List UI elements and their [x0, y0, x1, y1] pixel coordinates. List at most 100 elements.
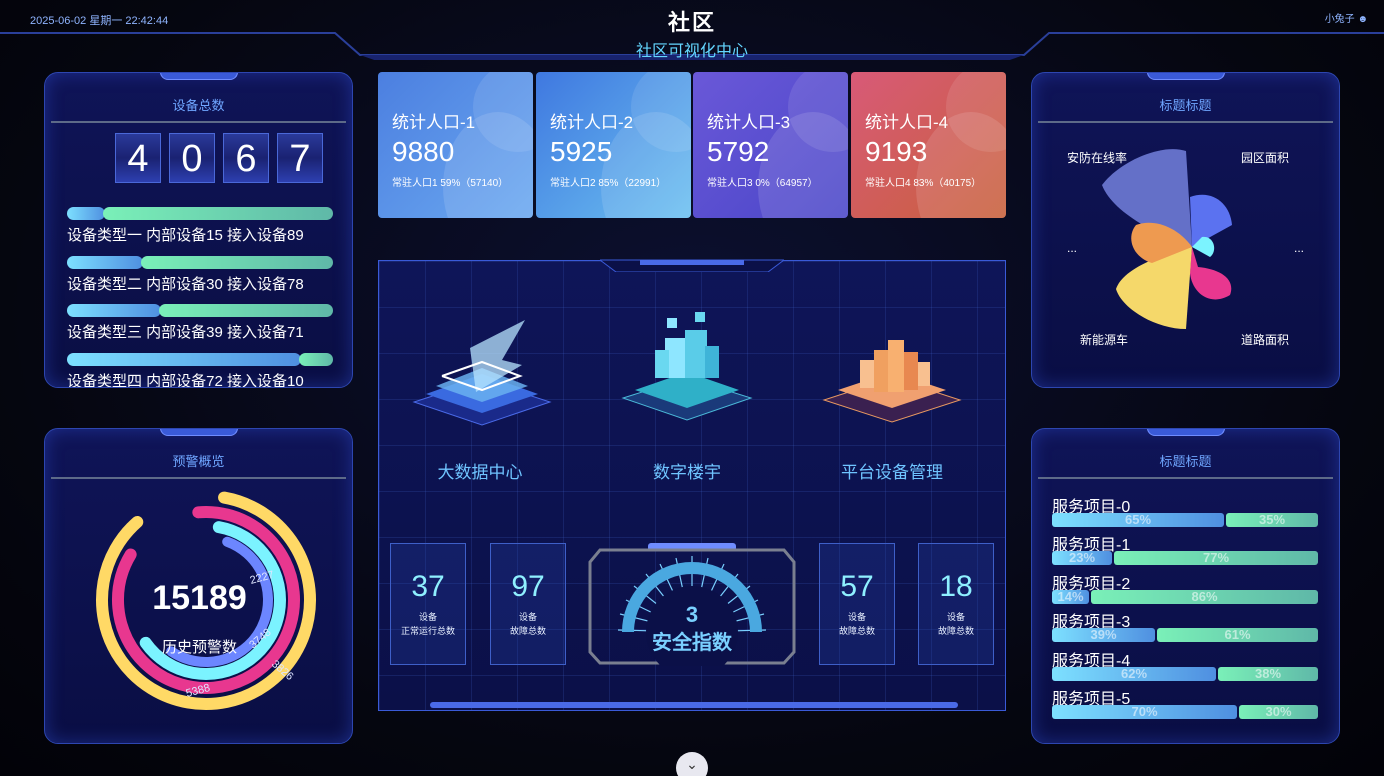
access-bar: [103, 207, 333, 220]
safety-index-value: 3: [686, 602, 698, 627]
stat-sub: 常驻人口3 0%（64957）: [707, 178, 818, 189]
internal-bar: [67, 304, 161, 317]
service-bar-b: 77%: [1114, 551, 1318, 565]
feature-label-platform-device[interactable]: 平台设备管理: [812, 458, 972, 483]
internal-bar: [67, 353, 301, 366]
stat-title: 统计人口-1: [392, 113, 476, 132]
panel-title: 标题标题: [1159, 454, 1212, 469]
service-bar-b: 86%: [1091, 590, 1318, 604]
center-top-notch: [600, 259, 784, 272]
service-item: 服务项目-1 23% 77%: [1052, 531, 1318, 569]
device-stat-label: 设备 故障总数: [838, 612, 875, 636]
feature-label-big-data[interactable]: 大数据中心: [400, 458, 560, 483]
services-panel: 标题标题 服务项目-0 65% 35% 服务项目-1 23% 77% 服务项目-…: [1031, 428, 1340, 744]
service-bar-b: 38%: [1218, 667, 1318, 681]
device-total-panel: 设备总数 4 0 6 7 设备类型一 内部设备15 接入设备89 设备类型二 内…: [44, 72, 353, 388]
stat-card[interactable]: 统计人口-1 9880 常驻人口1 59%（57140）: [378, 72, 533, 218]
rose-slice: [1190, 194, 1232, 247]
panel-tab: [1146, 429, 1225, 436]
panel-divider: [51, 477, 346, 479]
device-type-label: 设备类型三 内部设备39 接入设备71: [67, 324, 304, 341]
service-item: 服务项目-3 39% 61%: [1052, 608, 1318, 646]
panel-divider: [51, 121, 346, 123]
page-title: 社区: [667, 10, 716, 35]
service-bar: 14% 86%: [1052, 590, 1318, 604]
rose-label: 道路面积: [1241, 333, 1290, 347]
service-bar-b: 61%: [1157, 628, 1318, 642]
digit: 7: [277, 133, 323, 183]
service-bar-b: 30%: [1239, 705, 1318, 719]
stat-card[interactable]: 统计人口-4 9193 常驻人口4 83%（40175）: [851, 72, 1006, 218]
digit: 0: [169, 133, 215, 183]
device-stat-label: 设备 故障总数: [937, 612, 974, 636]
stat-title: 统计人口-2: [550, 113, 634, 132]
panel-title: 标题标题: [1159, 98, 1212, 113]
big-data-icon[interactable]: [410, 310, 555, 435]
safety-index-label: 安全指数: [652, 630, 733, 654]
rose-label: 园区面积: [1241, 151, 1290, 165]
digit: 6: [223, 133, 269, 183]
warning-total: 15189: [152, 579, 247, 617]
page-subtitle: 社区可视化中心: [635, 43, 748, 60]
access-bar: [299, 353, 333, 366]
service-bar: 39% 61%: [1052, 628, 1318, 642]
device-stat-label: 设备 故障总数: [509, 612, 546, 636]
service-bar-b: 35%: [1226, 513, 1318, 527]
device-stat-value: 37: [411, 570, 445, 603]
warning-total-label: 历史预警数: [161, 639, 237, 656]
service-bar: 70% 30%: [1052, 705, 1318, 719]
feature-label-digital-building[interactable]: 数字楼宇: [607, 458, 767, 483]
panel-tab: [1146, 73, 1225, 80]
rose-label: 新能源车: [1080, 333, 1129, 347]
service-item: 服务项目-4 62% 38%: [1052, 647, 1318, 685]
platform-device-icon[interactable]: [820, 310, 965, 435]
stat-value: 5792: [707, 136, 770, 167]
chevron-down-icon[interactable]: ⌄: [676, 752, 708, 776]
rose-label: ...: [1294, 241, 1305, 255]
panel-tab: [159, 73, 238, 80]
service-bar: 23% 77%: [1052, 551, 1318, 565]
service-bar: 62% 38%: [1052, 667, 1318, 681]
digit: 4: [115, 133, 161, 183]
device-type-label: 设备类型四 内部设备72 接入设备10: [67, 373, 304, 388]
device-stat-card: 37 设备 正常运行总数: [390, 543, 466, 665]
device-type-row: 设备类型四 内部设备72 接入设备10: [67, 353, 333, 388]
device-stat-value: 97: [511, 570, 545, 603]
panel-tab: [159, 429, 238, 436]
access-bar: [141, 256, 333, 269]
device-type-row: 设备类型三 内部设备39 接入设备71: [67, 304, 333, 346]
panel-divider: [1038, 121, 1333, 123]
stat-card[interactable]: 统计人口-3 5792 常驻人口3 0%（64957）: [693, 72, 848, 218]
device-stat-card: 97 设备 故障总数: [490, 543, 566, 665]
panel-title: 设备总数: [172, 98, 225, 113]
stat-title: 统计人口-3: [707, 113, 791, 132]
center-bottom-bar: [430, 702, 958, 708]
user-icon: ☻: [1357, 14, 1368, 25]
safety-index-gauge: 3 安全指数: [588, 543, 796, 666]
digital-building-icon[interactable]: [615, 310, 760, 435]
service-item: 服务项目-2 14% 86%: [1052, 570, 1318, 608]
device-type-label: 设备类型二 内部设备30 接入设备78: [67, 276, 304, 293]
device-stat-value: 18: [939, 570, 973, 603]
access-bar: [159, 304, 333, 317]
user-menu[interactable]: 小兔子 ☻: [1325, 10, 1368, 25]
stat-title: 统计人口-4: [865, 113, 949, 132]
internal-bar: [67, 256, 143, 269]
device-stat-label: 设备 正常运行总数: [400, 612, 455, 636]
stat-value: 5925: [550, 136, 613, 167]
warning-panel: 预警概览 2227 3748 3826 5388 15189 历史预警数: [44, 428, 353, 744]
stat-card[interactable]: 统计人口-2 5925 常驻人口2 85%（22991）: [536, 72, 691, 218]
stat-value: 9880: [392, 136, 455, 167]
stat-sub: 常驻人口4 83%（40175）: [865, 178, 982, 189]
internal-bar: [67, 207, 105, 220]
rose-label: 安防在线率: [1067, 151, 1128, 165]
service-bar-a: 65%: [1052, 513, 1224, 527]
service-bar: 65% 35%: [1052, 513, 1318, 527]
service-item: 服务项目-0 65% 35%: [1052, 493, 1318, 531]
user-name: 小兔子: [1324, 14, 1355, 25]
service-bar-a: 70%: [1052, 705, 1237, 719]
service-bar-a: 23%: [1052, 551, 1112, 565]
device-stat-value: 57: [840, 570, 874, 603]
device-type-row: 设备类型一 内部设备15 接入设备89: [67, 207, 333, 249]
service-bar-a: 39%: [1052, 628, 1155, 642]
